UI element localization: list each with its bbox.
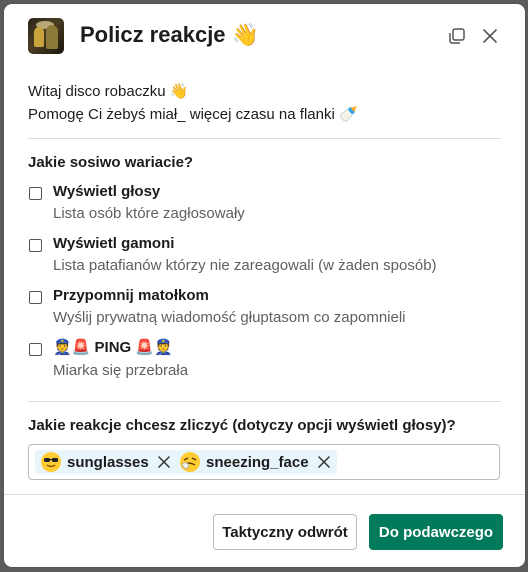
reactions-label: Jakie reakcje chcesz zliczyć (dotyczy op… (28, 417, 456, 434)
checkbox-show-votes[interactable] (29, 187, 42, 200)
app-avatar (28, 18, 64, 54)
modal-footer: Taktyczny odwrót Do podawczego (4, 494, 525, 567)
close-icon (157, 456, 170, 468)
waving-hand-icon: 👋 (231, 23, 260, 48)
baby-bottle-icon: 🍼 (338, 105, 358, 123)
options-label: Jakie sosiwo wariacie? (28, 154, 194, 171)
reaction-chip-sneezing-face: sneezing_face (174, 450, 337, 474)
option-ping: 👮🚨 PING 🚨👮 Miarka się przebrała (28, 338, 501, 382)
intro-line-2: Pomogę Ci żebyś miał_ więcej czasu na fl… (28, 106, 335, 123)
option-show-votes: Wyświetl głosy Lista osób które zagłosow… (28, 183, 501, 227)
modal-title: Policz reakcje 👋 (80, 22, 259, 48)
checkbox-show-nonvoters[interactable] (29, 239, 42, 252)
sunglasses-face-icon (41, 452, 61, 472)
intro-line-1: Witaj disco robaczku (28, 83, 166, 100)
option-show-nonvoters: Wyświetl gamoni Lista patafianów którzy … (28, 235, 501, 279)
option-description: Lista patafianów którzy nie zareagowali … (53, 257, 437, 274)
option-label: PING (94, 339, 132, 356)
intro-text: Witaj disco robaczku 👋 Pomogę Ci żebyś m… (28, 80, 358, 126)
modal-body: Witaj disco robaczku 👋 Pomogę Ci żebyś m… (4, 70, 525, 494)
reaction-chip-sunglasses: sunglasses (35, 450, 177, 474)
option-label-ping: 👮🚨 PING 🚨👮 (53, 338, 173, 356)
siren-police-icon: 🚨👮 (135, 338, 173, 356)
waving-hand-icon: 👋 (169, 82, 189, 100)
option-label: Wyświetl głosy (53, 183, 161, 200)
option-label: Przypomnij matołkom (53, 287, 209, 304)
reaction-chip-label: sunglasses (67, 453, 149, 471)
modal-title-text: Policz reakcje (80, 22, 226, 47)
modal-dialog: Policz reakcje 👋 Witaj disco robaczku 👋 … (4, 4, 525, 567)
modal-header: Policz reakcje 👋 (4, 4, 525, 70)
remove-sunglasses-button[interactable] (157, 455, 171, 469)
reactions-multiselect[interactable]: sunglasses sneezing_face (28, 444, 500, 480)
checkbox-remind[interactable] (29, 291, 42, 304)
cancel-button[interactable]: Taktyczny odwrót (213, 514, 357, 550)
option-description: Miarka się przebrała (53, 362, 189, 379)
option-description: Lista osób które zagłosowały (53, 205, 245, 222)
sneezing-face-icon (180, 452, 200, 472)
police-siren-icon: 👮🚨 (53, 338, 91, 356)
remove-sneezing-face-button[interactable] (317, 455, 331, 469)
divider (28, 138, 501, 139)
expand-button[interactable] (445, 24, 469, 48)
close-button[interactable] (478, 24, 502, 48)
option-remind: Przypomnij matołkom Wyślij prywatną wiad… (28, 287, 501, 331)
close-icon (317, 456, 330, 468)
submit-button[interactable]: Do podawczego (369, 514, 503, 550)
reaction-chip-label: sneezing_face (206, 453, 309, 471)
divider (28, 401, 501, 402)
option-label: Wyświetl gamoni (53, 235, 175, 252)
close-icon (483, 29, 497, 43)
option-description: Wyślij prywatną wiadomość głuptasom co z… (53, 309, 406, 326)
checkbox-ping[interactable] (29, 343, 42, 356)
expand-icon (449, 28, 465, 44)
